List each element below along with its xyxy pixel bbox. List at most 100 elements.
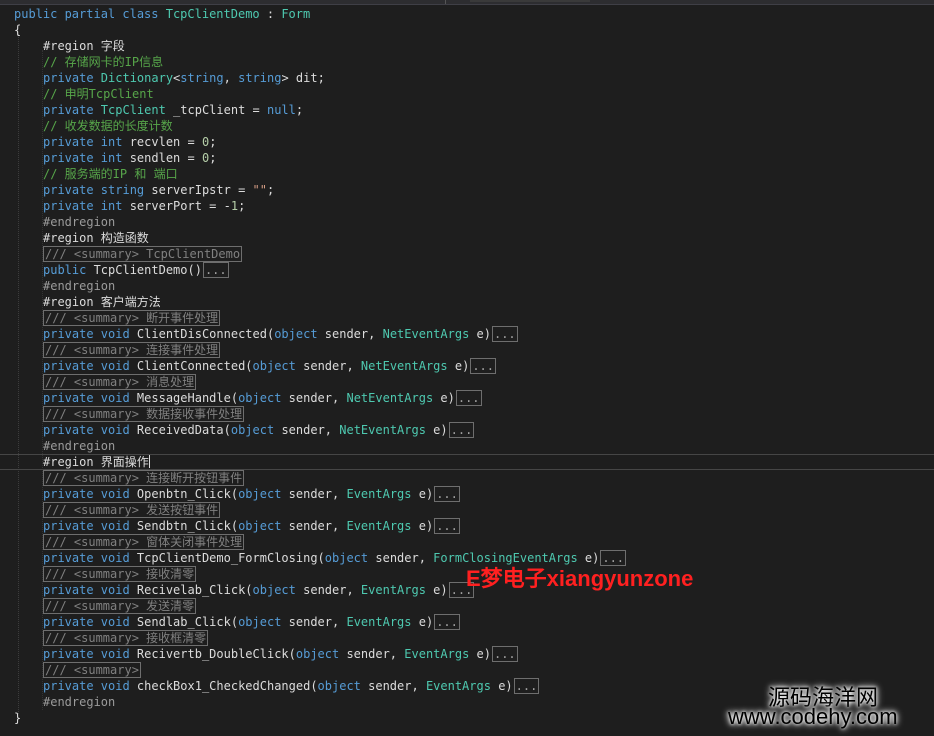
code-token: #endregion <box>43 439 116 453</box>
code-line[interactable]: private int serverPort = -1; <box>0 198 934 214</box>
code-token: e) <box>425 423 448 437</box>
code-line[interactable]: private int recvlen = 0; <box>0 134 934 150</box>
code-token: TcpClientDemo_FormClosing( <box>129 551 325 565</box>
collapsed-summary[interactable]: /// <summary> TcpClientDemo <box>43 246 243 262</box>
code-line[interactable]: #region 客户端方法 <box>0 294 934 310</box>
code-type: EventArgs <box>360 583 426 597</box>
code-token: ReceivedData( <box>129 423 231 437</box>
code-type: EventArgs <box>346 519 412 533</box>
code-token: _tcpClient = <box>165 103 267 117</box>
collapsed-summary[interactable]: /// <summary> 发送按钮事件 <box>43 502 221 518</box>
code-line[interactable]: /// <summary> 数据接收事件处理 <box>0 406 934 422</box>
collapsed-code-ellipsis[interactable]: ... <box>202 262 229 278</box>
code-keyword: null <box>266 103 296 117</box>
collapsed-code-ellipsis[interactable]: ... <box>434 614 460 630</box>
code-line[interactable]: private int sendlen = 0; <box>0 150 934 166</box>
code-token: sender, <box>281 519 347 533</box>
code-line[interactable]: /// <summary> TcpClientDemo <box>0 246 934 262</box>
code-keyword: object <box>295 647 340 661</box>
code-editor[interactable]: public partial class TcpClientDemo : For… <box>0 6 934 736</box>
code-keyword: string <box>180 71 224 85</box>
collapsed-code-ellipsis[interactable]: ... <box>491 326 518 342</box>
code-line[interactable]: /// <summary> 窗体关闭事件处理 <box>0 534 934 550</box>
code-line[interactable]: /// <summary> <box>0 662 934 678</box>
code-line[interactable]: private string serverIpstr = ""; <box>0 182 934 198</box>
code-keyword: private <box>43 183 101 197</box>
code-comment: // 申明TcpClient <box>43 87 154 101</box>
code-line[interactable]: public partial class TcpClientDemo : For… <box>0 6 934 22</box>
code-token: , <box>223 71 239 85</box>
code-line[interactable]: /// <summary> 连接断开按钮事件 <box>0 470 934 486</box>
collapsed-code-ellipsis[interactable]: ... <box>434 518 460 534</box>
collapsed-code-ellipsis[interactable]: ... <box>455 390 482 406</box>
code-line[interactable]: private void MessageHandle(object sender… <box>0 390 934 406</box>
code-token: Recivelab_Click( <box>129 583 253 597</box>
code-line[interactable]: private void Recivertb_DoubleClick(objec… <box>0 646 934 662</box>
code-line[interactable]: public TcpClientDemo()... <box>0 262 934 278</box>
collapsed-summary[interactable]: /// <summary> <box>43 662 141 678</box>
collapsed-code-ellipsis[interactable]: ... <box>470 358 496 374</box>
code-line[interactable]: private void Openbtn_Click(object sender… <box>0 486 934 502</box>
code-line[interactable]: private void ClientDisConnected(object s… <box>0 326 934 342</box>
collapsed-summary[interactable]: /// <summary> 窗体关闭事件处理 <box>43 534 245 550</box>
collapsed-code-ellipsis[interactable]: ... <box>513 678 540 694</box>
code-keyword: private <box>43 423 101 437</box>
collapsed-summary[interactable]: /// <summary> 数据接收事件处理 <box>43 406 245 422</box>
code-line[interactable]: /// <summary> 发送按钮事件 <box>0 502 934 518</box>
code-line[interactable]: #region 构造函数 <box>0 230 934 246</box>
code-line[interactable]: /// <summary> 发送清零 <box>0 598 934 614</box>
collapsed-summary[interactable]: /// <summary> 发送清零 <box>43 598 197 614</box>
code-line[interactable]: // 申明TcpClient <box>0 86 934 102</box>
code-line[interactable]: #region 界面操作 <box>0 454 934 470</box>
code-token: e) <box>411 615 434 629</box>
collapsed-summary[interactable]: /// <summary> 接收框清零 <box>43 630 209 646</box>
collapsed-code-ellipsis[interactable]: ... <box>448 422 475 438</box>
code-line[interactable]: private void Sendlab_Click(object sender… <box>0 614 934 630</box>
collapsed-summary[interactable]: /// <summary> 消息处理 <box>43 374 197 390</box>
code-token: TcpClientDemo() <box>93 263 202 277</box>
code-line[interactable]: #endregion <box>0 438 934 454</box>
code-token: ClientDisConnected( <box>129 327 275 341</box>
code-line[interactable]: #region 字段 <box>0 38 934 54</box>
code-line[interactable]: private void Sendbtn_Click(object sender… <box>0 518 934 534</box>
code-line[interactable]: private void ClientConnected(object send… <box>0 358 934 374</box>
collapsed-code-ellipsis[interactable]: ... <box>434 486 460 502</box>
code-token: ; <box>209 151 217 165</box>
code-line[interactable]: // 存储网卡的IP信息 <box>0 54 934 70</box>
code-line[interactable]: #endregion <box>0 214 934 230</box>
code-token: #region 界面操作 <box>43 455 149 469</box>
code-line[interactable]: { <box>0 22 934 38</box>
collapsed-summary[interactable]: /// <summary> 连接断开按钮事件 <box>43 470 245 486</box>
code-line[interactable]: // 服务端的IP 和 端口 <box>0 166 934 182</box>
code-keyword: object <box>238 615 282 629</box>
code-line[interactable]: /// <summary> 接收框清零 <box>0 630 934 646</box>
code-keyword: private <box>43 135 101 149</box>
collapsed-summary[interactable]: /// <summary> 断开事件处理 <box>43 310 221 326</box>
code-line[interactable]: /// <summary> 消息处理 <box>0 374 934 390</box>
code-token: #endregion <box>43 279 116 293</box>
code-line[interactable]: private TcpClient _tcpClient = null; <box>0 102 934 118</box>
collapsed-summary[interactable]: /// <summary> 接收清零 <box>43 566 197 582</box>
code-token: sender, <box>317 327 383 341</box>
code-line[interactable]: private Dictionary<string, string> dit; <box>0 70 934 86</box>
code-line[interactable]: // 收发数据的长度计数 <box>0 118 934 134</box>
code-token: ; <box>266 183 275 197</box>
code-line[interactable]: /// <summary> 连接事件处理 <box>0 342 934 358</box>
collapsed-code-ellipsis[interactable]: ... <box>491 646 518 662</box>
code-token: #region 构造函数 <box>43 231 149 245</box>
code-keyword: object <box>252 359 296 373</box>
code-token: sender, <box>295 583 361 597</box>
code-keyword: void <box>100 647 130 661</box>
code-keyword: private <box>43 327 101 341</box>
code-token: serverPort = - <box>122 199 231 213</box>
code-line[interactable]: private void ReceivedData(object sender,… <box>0 422 934 438</box>
code-line[interactable]: /// <summary> 断开事件处理 <box>0 310 934 326</box>
code-type: Dictionary <box>100 71 174 85</box>
code-keyword: private <box>43 103 101 117</box>
collapsed-summary[interactable]: /// <summary> 连接事件处理 <box>43 342 221 358</box>
code-keyword: private <box>43 679 101 693</box>
code-line[interactable]: #endregion <box>0 278 934 294</box>
code-keyword: int <box>100 199 123 213</box>
code-token: e) <box>411 519 434 533</box>
code-keyword: private <box>43 151 101 165</box>
